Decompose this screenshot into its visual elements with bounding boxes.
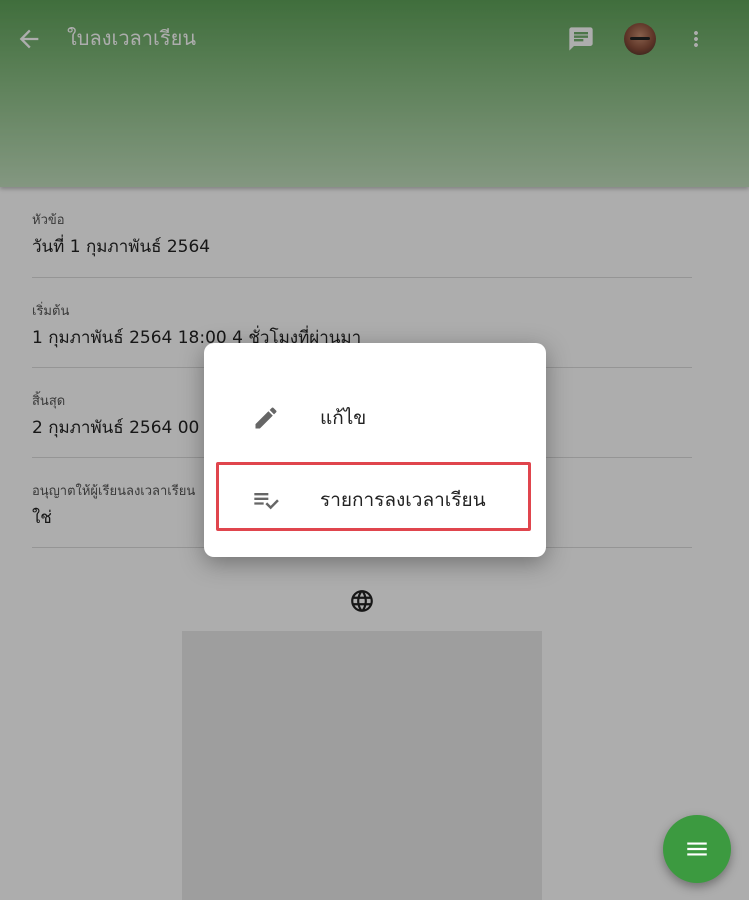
- highlight-box: [216, 462, 531, 531]
- menu-item-edit[interactable]: แก้ไข: [204, 385, 546, 447]
- menu-icon: [687, 842, 707, 856]
- fab-menu-button[interactable]: [663, 815, 731, 883]
- edit-icon: [255, 407, 277, 429]
- action-menu-dialog: แก้ไข รายการลงเวลาเรียน: [204, 343, 546, 557]
- menu-item-label: แก้ไข: [320, 407, 367, 429]
